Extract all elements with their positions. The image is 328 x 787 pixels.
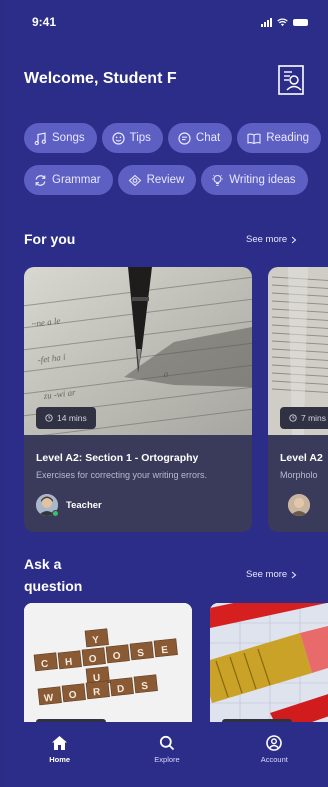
question-photo-letter-tiles: C H O O S E Y U W O R D S [24,603,192,733]
category-chips-row-1: Songs Tips Chat Reading [24,123,322,153]
tab-label: Home [49,755,71,764]
card-title: Level A2 [280,452,323,464]
svg-text:C: C [41,659,49,671]
app-screen: 9:41 Welcome, Student F Songs Tips Chat … [0,0,328,787]
chip-tips[interactable]: Tips [101,123,163,153]
svg-text:O: O [88,654,97,666]
question-card[interactable] [210,603,328,733]
chip-label: Review [146,174,185,186]
lightbulb-icon [212,174,224,186]
status-icons [261,17,308,27]
course-card[interactable]: 7 mins Level A2 Morpholo [268,267,328,532]
tab-home[interactable]: Home [20,735,100,764]
for-you-see-more-link[interactable]: See more [246,234,297,245]
svg-text:D: D [117,684,125,696]
music-note-icon [34,131,46,145]
tab-label: Explore [154,755,180,764]
status-time: 9:41 [32,15,57,29]
online-status-dot [52,510,59,517]
chip-label: Writing ideas [229,174,296,186]
clock-icon [45,414,53,422]
duration-text: 14 mins [57,413,87,423]
tab-account[interactable]: Account [234,735,314,764]
for-you-title: For you [24,231,76,247]
home-icon [52,736,68,750]
ask-see-more-link[interactable]: See more [246,569,297,580]
course-card[interactable]: ~ne a le -fet ha i zu -wi ar a 14 mins L… [24,267,252,532]
chip-label: Reading [266,132,310,144]
ask-question-title: Ask a question [24,553,82,597]
question-photo-pencils [210,603,328,733]
chip-review[interactable]: Review [117,165,197,195]
svg-text:W: W [43,692,54,704]
app-content: 9:41 Welcome, Student F Songs Tips Chat … [6,0,328,787]
bottom-tab-bar: Home Explore Account [6,722,328,787]
chip-writing-ideas[interactable]: Writing ideas [201,165,308,195]
book-icon [247,133,261,144]
battery-icon [293,18,308,26]
question-card[interactable]: C H O O S E Y U W O R D S [24,603,192,733]
wifi-icon [277,18,288,26]
profile-document-icon [278,65,304,95]
chip-reading[interactable]: Reading [237,123,322,153]
ask-title-line-2: question [24,578,83,594]
account-icon [266,735,283,751]
tab-label: Account [260,755,288,764]
chip-grammar[interactable]: Grammar [24,165,113,195]
see-more-label: See more [246,569,288,580]
chat-icon [178,131,191,145]
status-bar: 9:41 [6,0,328,44]
author-name: Teacher [66,500,102,511]
chip-label: Grammar [52,174,101,186]
clock-icon [289,414,297,422]
search-icon [159,735,175,751]
card-title: Level A2: Section 1 - Ortography [36,452,199,464]
tab-explore[interactable]: Explore [127,735,207,764]
smiley-icon [112,131,125,145]
duration-text: 7 mins [301,413,327,423]
chip-label: Chat [195,132,221,144]
chip-songs[interactable]: Songs [24,123,97,153]
card-description: Morpholo [280,470,318,480]
see-more-label: See more [246,234,288,245]
duration-badge: 7 mins [280,407,328,429]
chip-chat[interactable]: Chat [167,123,233,153]
avatar [288,494,310,516]
chip-label: Songs [52,132,85,144]
signal-icon [261,17,272,27]
svg-text:U: U [93,673,101,685]
profile-document-button[interactable] [276,64,306,96]
ask-title-line-1: Ask a [24,556,62,572]
refresh-icon [35,174,46,186]
svg-text:O: O [68,690,77,702]
category-chips-row-2: Grammar Review Writing ideas [24,165,308,195]
eye-icon [128,174,141,186]
duration-badge: 14 mins [36,407,96,429]
card-description: Exercises for correcting your writing er… [36,470,208,480]
svg-text:O: O [112,651,121,663]
welcome-heading: Welcome, Student F [24,70,177,87]
svg-text:H: H [65,657,73,669]
chip-label: Tips [129,132,151,144]
chevron-right-icon [291,236,297,243]
chevron-right-icon [291,571,297,578]
